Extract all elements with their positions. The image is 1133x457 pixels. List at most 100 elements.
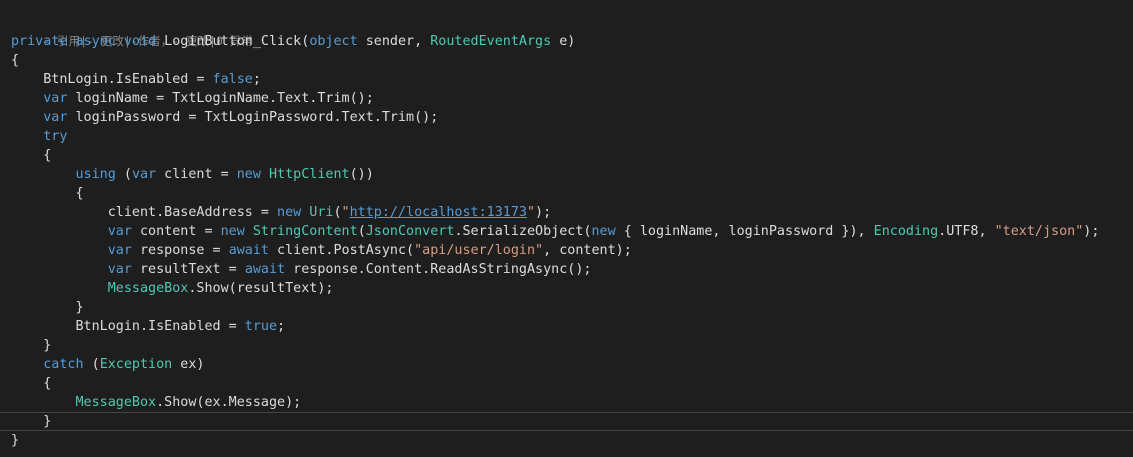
code-line[interactable]: catch (Exception ex) xyxy=(0,355,1133,374)
code-line[interactable]: { xyxy=(0,51,1133,70)
code-editor[interactable]: - 引用|- 更改|-作者，- 更改|0 异常 private async vo… xyxy=(0,13,1133,450)
code-line[interactable]: var response = await client.PostAsync("a… xyxy=(0,241,1133,260)
code-text: ; xyxy=(277,319,286,334)
code-text: { xyxy=(11,148,52,163)
code-line[interactable]: client.BaseAddress = new Uri( "http://loc… xyxy=(0,203,1133,222)
code-line[interactable]: } xyxy=(0,431,1133,450)
code-line[interactable]: var content = new StringContent(JsonConv… xyxy=(0,222,1133,241)
string-token: " xyxy=(526,205,536,220)
code-text: ex) xyxy=(172,357,205,372)
type-token: Uri xyxy=(309,205,334,220)
type-token: Encoding xyxy=(873,224,939,239)
code-text: .SerializeObject( xyxy=(454,224,592,239)
code-text: e) xyxy=(551,34,576,49)
code-text: , content); xyxy=(543,243,632,258)
code-text: client.BaseAddress = xyxy=(11,205,278,220)
keyword-token: new xyxy=(591,224,616,239)
code-text: response = xyxy=(131,243,229,258)
code-line[interactable]: BtnLogin.IsEnabled = true; xyxy=(0,317,1133,336)
code-text: ( xyxy=(357,224,366,239)
keyword-token: private xyxy=(11,34,68,49)
keyword-token: void xyxy=(123,34,157,49)
keyword-token: var xyxy=(43,110,68,125)
type-token: HttpClient xyxy=(269,167,350,182)
keyword-token: new xyxy=(236,167,261,182)
keyword-token: var xyxy=(107,224,132,239)
code-text: } xyxy=(11,338,52,353)
keyword-token: false xyxy=(212,72,253,87)
code-line[interactable]: { xyxy=(0,146,1133,165)
keyword-token: object xyxy=(309,34,358,49)
code-text: ; xyxy=(252,72,261,87)
keyword-token: var xyxy=(43,91,68,106)
code-text: ( xyxy=(333,205,342,220)
code-line[interactable]: } xyxy=(0,336,1133,355)
code-text: ( xyxy=(115,167,132,182)
keyword-token: try xyxy=(43,129,68,144)
keyword-token: true xyxy=(244,319,278,334)
code-line[interactable]: MessageBox.Show(ex.Message); xyxy=(0,393,1133,412)
code-line[interactable]: BtnLogin.IsEnabled = false; xyxy=(0,70,1133,89)
code-line[interactable]: using (var client = new HttpClient()) xyxy=(0,165,1133,184)
code-text: sender, xyxy=(357,34,431,49)
code-text: client = xyxy=(156,167,237,182)
code-text: loginPassword = TxtLoginPassword.Text.Tr… xyxy=(67,110,439,125)
code-text: ); xyxy=(1083,224,1100,239)
type-token: StringContent xyxy=(252,224,358,239)
code-text: LoginButton_Click( xyxy=(156,34,310,49)
code-line[interactable]: private async void LoginButton_Click(obj… xyxy=(0,32,1133,51)
type-token: JsonConvert xyxy=(365,224,455,239)
string-token: "text/json" xyxy=(994,224,1084,239)
code-text: .UTF8, xyxy=(938,224,995,239)
keyword-token: new xyxy=(220,224,245,239)
string-token: "api/user/login" xyxy=(414,243,544,258)
code-text: } xyxy=(11,433,20,448)
code-text: BtnLogin.IsEnabled = xyxy=(11,319,245,334)
code-lines[interactable]: private async void LoginButton_Click(obj… xyxy=(0,32,1133,450)
code-text: response.Content.ReadAsStringAsync(); xyxy=(285,262,592,277)
code-text: ()) xyxy=(349,167,374,182)
type-token: RoutedEventArgs xyxy=(430,34,552,49)
code-line[interactable]: var resultText = await response.Content.… xyxy=(0,260,1133,279)
keyword-token: async xyxy=(75,34,116,49)
type-token: Exception xyxy=(99,357,173,372)
code-text: content = xyxy=(131,224,221,239)
type-token: MessageBox xyxy=(75,395,157,410)
code-text: ); xyxy=(535,205,552,220)
code-text: ( xyxy=(83,357,100,372)
code-text: { xyxy=(11,376,52,391)
codelens-line: - 引用|- 更改|-作者，- 更改|0 异常 xyxy=(0,13,1133,48)
code-line[interactable]: var loginName = TxtLoginName.Text.Trim()… xyxy=(0,89,1133,108)
code-line[interactable]: { xyxy=(0,184,1133,203)
url-link[interactable]: http://localhost:13173 xyxy=(350,205,527,220)
code-line[interactable]: var loginPassword = TxtLoginPassword.Tex… xyxy=(0,108,1133,127)
type-token: MessageBox xyxy=(107,281,189,296)
code-text: .Show(ex.Message); xyxy=(156,395,302,410)
keyword-token: new xyxy=(277,205,302,220)
code-line-current[interactable]: } xyxy=(0,412,1133,431)
code-text: loginName = TxtLoginName.Text.Trim(); xyxy=(67,91,374,106)
keyword-token: await xyxy=(228,243,269,258)
keyword-token: using xyxy=(75,167,116,182)
code-text: } xyxy=(11,300,84,315)
code-line[interactable]: try xyxy=(0,127,1133,146)
keyword-token: var xyxy=(107,243,132,258)
code-text: resultText = xyxy=(131,262,245,277)
code-line[interactable]: } xyxy=(0,298,1133,317)
code-line[interactable]: MessageBox.Show(resultText); xyxy=(0,279,1133,298)
code-line[interactable]: { xyxy=(0,374,1133,393)
code-text: .Show(resultText); xyxy=(188,281,334,296)
